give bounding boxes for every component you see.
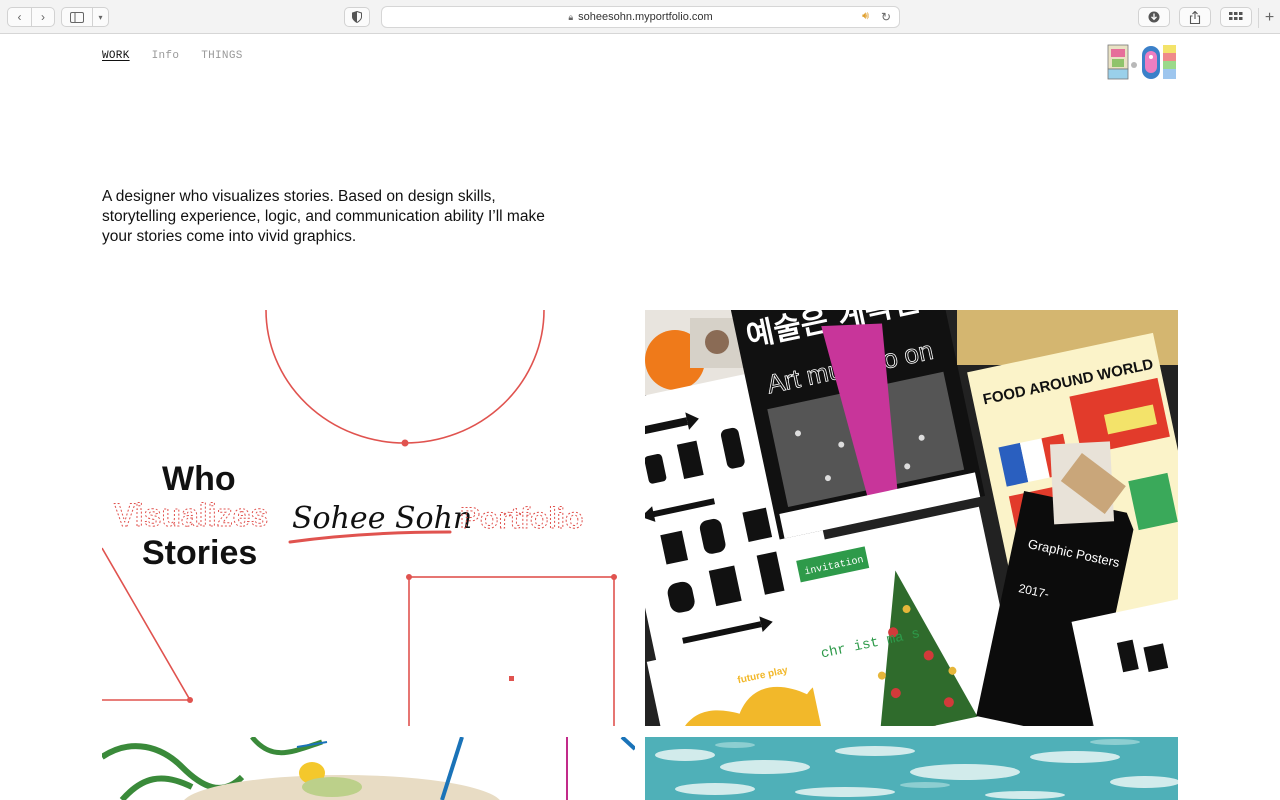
project-tile-graphic-posters[interactable]: future play 예술은 계속된다 Art must go on FOOD… [645, 310, 1178, 726]
project-tile-illustration[interactable] [102, 737, 635, 800]
reload-icon[interactable]: ↻ [881, 10, 891, 24]
sidebar-icon[interactable] [62, 8, 92, 26]
url-text: soheesohn.myportfolio.com [578, 11, 713, 23]
nav-things[interactable]: THINGS [201, 50, 242, 62]
download-button[interactable] [1138, 7, 1170, 27]
lock-icon: 🔒︎ [568, 11, 574, 22]
chevron-down-icon[interactable]: ▾ [92, 8, 108, 26]
who-word: Who [162, 460, 236, 498]
portfolio-word: Portfolio [460, 502, 583, 535]
site-nav: WORK Info THINGS [102, 50, 243, 62]
share-icon[interactable] [1180, 8, 1210, 26]
back-icon[interactable]: ‹ [8, 8, 31, 26]
arc-shape [265, 310, 545, 444]
signature-text: Sohee Sohn [292, 501, 472, 536]
site-logo[interactable] [1106, 43, 1178, 81]
sidebar-controls: ▾ [61, 7, 109, 27]
nav-info[interactable]: Info [152, 50, 180, 62]
download-icon[interactable] [1139, 8, 1169, 26]
browser-toolbar: ‹ › ▾ 🔒︎ soheesohn.myportfolio.com 🔊︎ ↻ … [0, 0, 1280, 34]
stories-word: Stories [142, 534, 257, 572]
shield-icon[interactable] [344, 7, 370, 27]
history-nav: ‹ › [7, 7, 55, 27]
project-tile-ocean[interactable] [645, 737, 1178, 800]
tabs-overview-button[interactable] [1220, 7, 1252, 27]
nav-work[interactable]: WORK [102, 50, 130, 62]
address-bar[interactable]: 🔒︎ soheesohn.myportfolio.com 🔊︎ ↻ [381, 6, 900, 28]
intro-text: A designer who visualizes stories. Based… [102, 188, 545, 245]
tabs-overview-icon[interactable] [1221, 8, 1251, 26]
share-button[interactable] [1179, 7, 1211, 27]
new-tab-icon[interactable]: + [1258, 8, 1280, 28]
project-tile-portfolio[interactable]: Who Visualizes Sohee Sohn Portfolio Stor… [102, 310, 635, 726]
forward-icon[interactable]: › [31, 8, 54, 26]
visualizes-word: Visualizes [114, 497, 268, 533]
sound-icon[interactable]: 🔊︎ [862, 10, 869, 23]
